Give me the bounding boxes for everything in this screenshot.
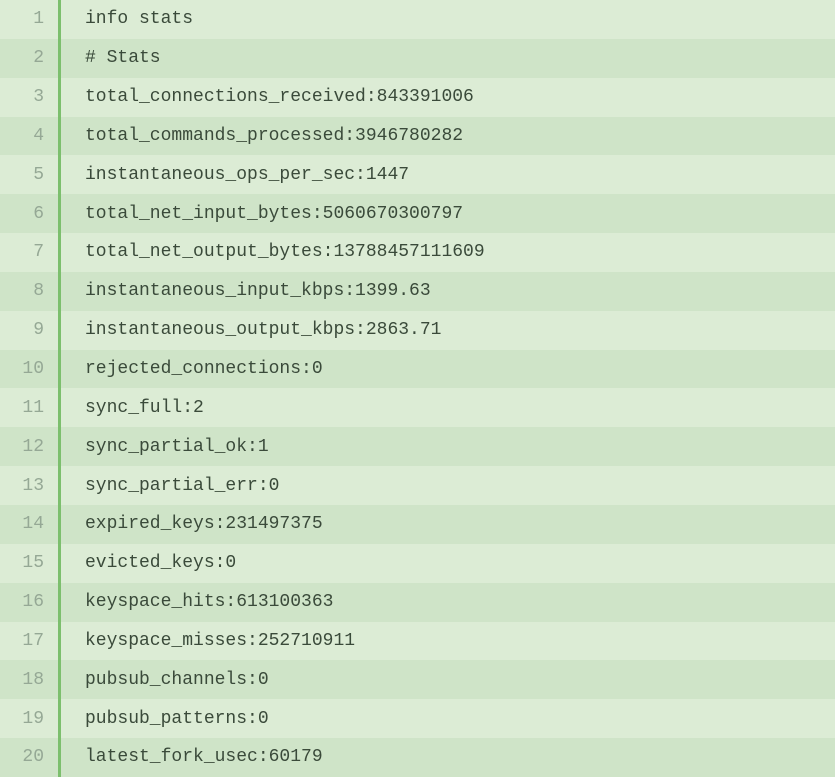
line-number: 11 bbox=[0, 398, 58, 418]
code-text: evicted_keys:0 bbox=[61, 553, 236, 573]
line-number: 16 bbox=[0, 592, 58, 612]
code-text: sync_partial_ok:1 bbox=[61, 437, 269, 457]
code-line: 4 total_commands_processed:3946780282 bbox=[0, 117, 835, 156]
code-text: total_net_output_bytes:13788457111609 bbox=[61, 242, 485, 262]
code-text: info stats bbox=[61, 9, 193, 29]
code-text: pubsub_channels:0 bbox=[61, 670, 269, 690]
code-text: total_connections_received:843391006 bbox=[61, 87, 474, 107]
code-text: rejected_connections:0 bbox=[61, 359, 323, 379]
code-line: 3 total_connections_received:843391006 bbox=[0, 78, 835, 117]
code-text: sync_full:2 bbox=[61, 398, 204, 418]
code-text: total_commands_processed:3946780282 bbox=[61, 126, 463, 146]
code-line: 18 pubsub_channels:0 bbox=[0, 660, 835, 699]
line-number: 12 bbox=[0, 437, 58, 457]
code-line: 2 # Stats bbox=[0, 39, 835, 78]
line-number: 9 bbox=[0, 320, 58, 340]
code-line: 6 total_net_input_bytes:5060670300797 bbox=[0, 194, 835, 233]
code-text: # Stats bbox=[61, 48, 161, 68]
line-number: 3 bbox=[0, 87, 58, 107]
line-number: 2 bbox=[0, 48, 58, 68]
line-number: 15 bbox=[0, 553, 58, 573]
code-text: total_net_input_bytes:5060670300797 bbox=[61, 204, 463, 224]
code-line: 8 instantaneous_input_kbps:1399.63 bbox=[0, 272, 835, 311]
line-number: 17 bbox=[0, 631, 58, 651]
code-block: 1 info stats 2 # Stats 3 total_connectio… bbox=[0, 0, 835, 777]
line-number: 14 bbox=[0, 514, 58, 534]
line-number: 5 bbox=[0, 165, 58, 185]
line-number: 4 bbox=[0, 126, 58, 146]
line-number: 8 bbox=[0, 281, 58, 301]
code-text: latest_fork_usec:60179 bbox=[61, 747, 323, 767]
code-line: 1 info stats bbox=[0, 0, 835, 39]
line-number: 7 bbox=[0, 242, 58, 262]
code-line: 11 sync_full:2 bbox=[0, 388, 835, 427]
line-number: 13 bbox=[0, 476, 58, 496]
code-line: 7 total_net_output_bytes:13788457111609 bbox=[0, 233, 835, 272]
code-line: 5 instantaneous_ops_per_sec:1447 bbox=[0, 155, 835, 194]
code-text: sync_partial_err:0 bbox=[61, 476, 279, 496]
line-number: 18 bbox=[0, 670, 58, 690]
code-line: 17 keyspace_misses:252710911 bbox=[0, 622, 835, 661]
code-line: 13 sync_partial_err:0 bbox=[0, 466, 835, 505]
code-text: instantaneous_ops_per_sec:1447 bbox=[61, 165, 409, 185]
code-line: 15 evicted_keys:0 bbox=[0, 544, 835, 583]
code-text: pubsub_patterns:0 bbox=[61, 709, 269, 729]
code-line: 16 keyspace_hits:613100363 bbox=[0, 583, 835, 622]
code-text: instantaneous_output_kbps:2863.71 bbox=[61, 320, 441, 340]
code-line: 19 pubsub_patterns:0 bbox=[0, 699, 835, 738]
line-number: 1 bbox=[0, 9, 58, 29]
code-text: instantaneous_input_kbps:1399.63 bbox=[61, 281, 431, 301]
code-text: keyspace_hits:613100363 bbox=[61, 592, 333, 612]
line-number: 10 bbox=[0, 359, 58, 379]
line-number: 6 bbox=[0, 204, 58, 224]
line-number: 20 bbox=[0, 747, 58, 767]
code-line: 20 latest_fork_usec:60179 bbox=[0, 738, 835, 777]
code-line: 9 instantaneous_output_kbps:2863.71 bbox=[0, 311, 835, 350]
line-number: 19 bbox=[0, 709, 58, 729]
code-text: keyspace_misses:252710911 bbox=[61, 631, 355, 651]
code-text: expired_keys:231497375 bbox=[61, 514, 323, 534]
code-line: 10 rejected_connections:0 bbox=[0, 350, 835, 389]
code-line: 14 expired_keys:231497375 bbox=[0, 505, 835, 544]
code-line: 12 sync_partial_ok:1 bbox=[0, 427, 835, 466]
